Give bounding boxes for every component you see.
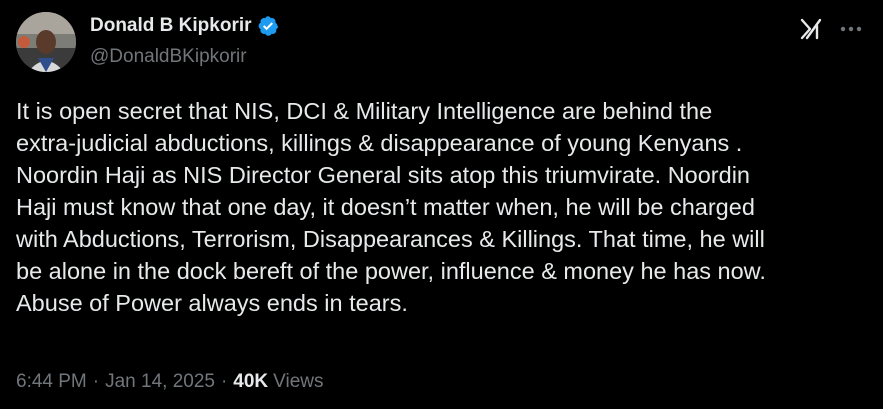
views-label: Views xyxy=(273,371,324,392)
grok-icon[interactable] xyxy=(798,16,824,42)
tweet-date[interactable]: Jan 14, 2025 xyxy=(105,371,215,393)
more-options-icon[interactable] xyxy=(838,16,864,42)
views-count[interactable]: 40K xyxy=(233,371,268,393)
author-handle[interactable]: @DonaldBKipkorir xyxy=(90,46,247,68)
author-name-row[interactable]: Donald B Kipkorir xyxy=(90,14,279,38)
tweet-line: be alone in the dock bereft of the power… xyxy=(16,258,766,284)
tweet-text: It is open secret that NIS, DCI & Milita… xyxy=(16,95,866,319)
author-name[interactable]: Donald B Kipkorir xyxy=(90,15,252,37)
tweet: Donald B Kipkorir @DonaldBKipkorir It is… xyxy=(0,0,883,409)
tweet-line: Noordin Haji as NIS Director General sit… xyxy=(16,162,750,188)
tweet-line: with Abductions, Terrorism, Disappearanc… xyxy=(16,226,765,252)
meta-separator: · xyxy=(220,371,228,392)
tweet-line: Haji must know that one day, it doesn’t … xyxy=(16,194,755,220)
tweet-time[interactable]: 6:44 PM xyxy=(16,371,87,393)
avatar-image xyxy=(16,12,76,72)
tweet-line: extra-judicial abductions, killings & di… xyxy=(16,130,743,156)
tweet-line: Abuse of Power always ends in tears. xyxy=(16,290,408,316)
verified-badge-icon[interactable] xyxy=(257,15,279,37)
avatar[interactable] xyxy=(16,12,76,72)
meta-separator: · xyxy=(92,371,100,392)
tweet-meta: 6:44 PM · Jan 14, 2025 · 40K Views xyxy=(16,371,324,393)
tweet-line: It is open secret that NIS, DCI & Milita… xyxy=(16,98,713,124)
